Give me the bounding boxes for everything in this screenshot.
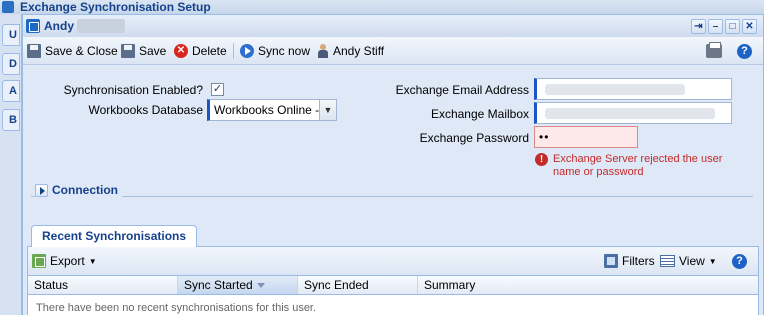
grid-header: Status Sync Started Sync Ended Summary <box>27 275 759 295</box>
error-message: Exchange Server rejected the user name o… <box>553 153 723 178</box>
chevron-down-icon: ▼ <box>88 256 97 266</box>
user-sync-window: Andy XXXXXX ⇥ – □ ✕ Save & Close Save ✕ … <box>22 14 764 315</box>
delete-button[interactable]: ✕ Delete <box>174 43 227 59</box>
background-side-tabs: U D A B <box>0 14 22 315</box>
outlook-icon <box>26 19 40 33</box>
save-button[interactable]: Save <box>121 43 166 59</box>
password-value: •• <box>539 130 550 144</box>
expand-icon[interactable] <box>35 183 48 197</box>
save-close-icon <box>27 44 41 58</box>
column-status[interactable]: Status <box>28 276 178 294</box>
main-toolbar: Save & Close Save ✕ Delete Sync now Andy… <box>23 37 763 65</box>
side-tab-u[interactable]: U <box>2 24 20 46</box>
sync-enabled-checkbox[interactable]: ✓ <box>211 83 224 96</box>
error-icon: ! <box>535 153 548 166</box>
email-field[interactable] <box>534 78 732 100</box>
view-icon <box>660 255 675 267</box>
grid-body: There have been no recent synchronisatio… <box>27 295 759 315</box>
grid-toolbar: Export ▼ Filters View ▼ ? <box>27 247 759 275</box>
database-select[interactable]: Workbooks Online - N ▼ <box>207 99 337 121</box>
tab-strip: Recent Synchronisations <box>27 225 759 248</box>
view-button[interactable]: View ▼ <box>660 253 717 269</box>
redacted-email <box>545 84 685 95</box>
help-icon: ? <box>732 253 747 269</box>
sync-enabled-label: Synchronisation Enabled? <box>63 83 203 97</box>
column-sync-started[interactable]: Sync Started <box>178 276 298 294</box>
password-field[interactable]: •• <box>534 126 638 148</box>
print-icon[interactable] <box>706 42 722 58</box>
filter-icon <box>604 254 618 268</box>
background-window-title: Exchange Synchronisation Setup <box>20 0 211 14</box>
empty-grid-message: There have been no recent synchronisatio… <box>36 302 317 314</box>
sort-desc-icon <box>256 283 265 289</box>
chevron-down-icon: ▼ <box>708 256 717 266</box>
column-summary[interactable]: Summary <box>418 276 758 294</box>
sync-now-button[interactable]: Sync now <box>240 43 310 59</box>
side-tab-d[interactable]: D <box>2 53 20 75</box>
background-window-titlebar: Exchange Synchronisation Setup <box>0 0 764 14</box>
connection-fieldset-toggle[interactable]: Connection <box>35 183 122 197</box>
window-tools: ⇥ – □ ✕ <box>691 19 757 34</box>
tab-recent-synchronisations[interactable]: Recent Synchronisations <box>31 225 198 248</box>
user-icon <box>317 44 329 58</box>
save-icon <box>121 44 135 58</box>
password-error: ! Exchange Server rejected the user name… <box>535 153 745 179</box>
help-button[interactable]: ? <box>737 43 752 59</box>
exchange-app-icon <box>2 1 14 13</box>
export-button[interactable]: Export ▼ <box>32 253 97 269</box>
window-header: Andy XXXXXX ⇥ – □ ✕ <box>23 15 763 37</box>
connection-title: Connection <box>52 183 118 197</box>
chevron-down-icon[interactable]: ▼ <box>319 100 336 120</box>
window-title: Andy XXXXXX <box>44 19 126 33</box>
database-label: Workbooks Database <box>88 103 203 117</box>
connection-divider <box>31 196 753 197</box>
help-icon: ? <box>737 43 752 59</box>
side-tab-b[interactable]: B <box>2 109 20 131</box>
save-close-button[interactable]: Save & Close <box>27 43 118 59</box>
user-button[interactable]: Andy Stiff <box>317 43 384 59</box>
close-icon[interactable]: ✕ <box>742 19 757 34</box>
minimize-icon[interactable]: – <box>708 19 723 34</box>
toolbar-separator <box>233 43 234 59</box>
redacted-surname: XXXXXX <box>77 19 126 33</box>
form-panel: Synchronisation Enabled? ✓ Workbooks Dat… <box>23 66 763 315</box>
filters-button[interactable]: Filters <box>604 253 655 269</box>
redacted-mailbox <box>545 108 715 119</box>
side-tab-a[interactable]: A <box>2 80 20 102</box>
column-sync-ended[interactable]: Sync Ended <box>298 276 418 294</box>
database-value: Workbooks Online - N <box>214 103 332 117</box>
export-icon <box>32 254 46 268</box>
pin-icon[interactable]: ⇥ <box>691 19 706 34</box>
maximize-icon[interactable]: □ <box>725 19 740 34</box>
delete-icon: ✕ <box>174 44 188 58</box>
mailbox-field[interactable] <box>534 102 732 124</box>
password-label: Exchange Password <box>419 131 529 145</box>
grid-help-button[interactable]: ? <box>732 253 747 269</box>
mailbox-label: Exchange Mailbox <box>430 107 529 121</box>
email-label: Exchange Email Address <box>395 83 529 97</box>
sync-icon <box>240 44 254 58</box>
